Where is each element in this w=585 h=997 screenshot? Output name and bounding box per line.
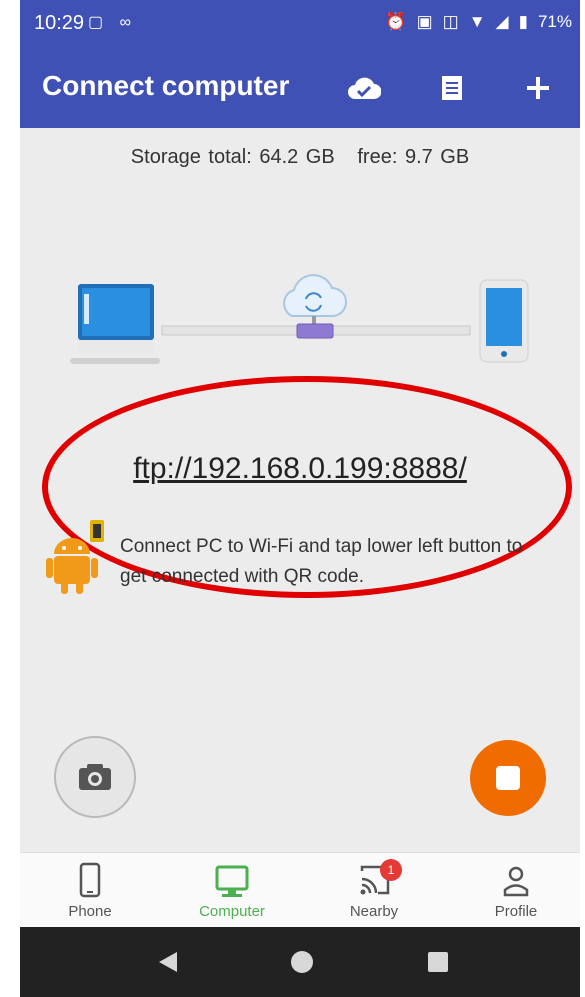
- stop-icon: [496, 766, 520, 790]
- app-bar: Connect computer: [20, 48, 580, 128]
- recents-icon[interactable]: [418, 942, 458, 982]
- nav-phone[interactable]: Phone: [30, 853, 150, 928]
- connection-hint: Connect PC to Wi-Fi and tap lower left b…: [120, 536, 523, 587]
- ftp-url-link[interactable]: ftp://192.168.0.199:8888/: [20, 452, 580, 486]
- nav-computer-label: Computer: [199, 903, 265, 920]
- status-time: 10:29: [34, 12, 85, 34]
- battery-icon: ▮: [518, 12, 528, 31]
- status-notification-icons: ▢ ∞: [88, 12, 137, 32]
- voicemail-icon: ∞: [119, 14, 137, 31]
- system-navigation-bar: [20, 927, 580, 997]
- smartphone-icon: [479, 279, 529, 363]
- gallery-icon: ▢: [88, 14, 110, 31]
- qr-scan-button[interactable]: [54, 736, 136, 818]
- page-title: Connect computer: [42, 70, 290, 101]
- phone-screen: 10:29 ▢ ∞ ⏰ ▣ ◫ ▼ ◢ ▮ 71% Connect comput…: [20, 0, 580, 997]
- camera-icon: [79, 764, 111, 790]
- person-icon: [503, 866, 529, 897]
- nav-profile-label: Profile: [494, 903, 538, 920]
- nav-computer[interactable]: Computer: [172, 853, 292, 928]
- battery-percent: 71%: [537, 12, 572, 31]
- connection-diagram: [70, 274, 529, 364]
- storage-info: Storage total: 64.2 GB free: 9.7 GB: [130, 146, 470, 168]
- nearby-badge: 1: [380, 859, 402, 881]
- nav-phone-label: Phone: [68, 903, 112, 920]
- android-icon: [46, 520, 104, 594]
- home-icon[interactable]: [282, 942, 322, 982]
- bottom-navigation: Phone Computer 1 Nearby Profile: [20, 852, 580, 928]
- nfc-icon: ▣: [416, 12, 433, 31]
- stop-server-button[interactable]: [470, 740, 546, 816]
- wifi-icon: ▼: [468, 12, 486, 31]
- status-right-icons: ⏰ ▣ ◫ ▼ ◢ ▮ 71%: [385, 12, 572, 32]
- monitor-icon: [215, 865, 249, 897]
- nav-nearby[interactable]: 1 Nearby: [314, 853, 434, 928]
- back-icon[interactable]: [148, 942, 188, 982]
- computer-icon: [70, 284, 160, 364]
- cloud-check-icon[interactable]: [342, 66, 386, 110]
- nav-nearby-label: Nearby: [349, 903, 399, 920]
- nav-profile[interactable]: Profile: [456, 853, 576, 928]
- signal-icon: ◢: [495, 12, 509, 31]
- phone-icon: [79, 862, 101, 898]
- add-icon[interactable]: [516, 66, 560, 110]
- alarm-icon: ⏰: [385, 12, 407, 31]
- status-bar: 10:29 ▢ ∞ ⏰ ▣ ◫ ▼ ◢ ▮ 71%: [20, 0, 580, 48]
- list-icon[interactable]: [430, 66, 474, 110]
- vibrate-icon: ◫: [442, 12, 459, 31]
